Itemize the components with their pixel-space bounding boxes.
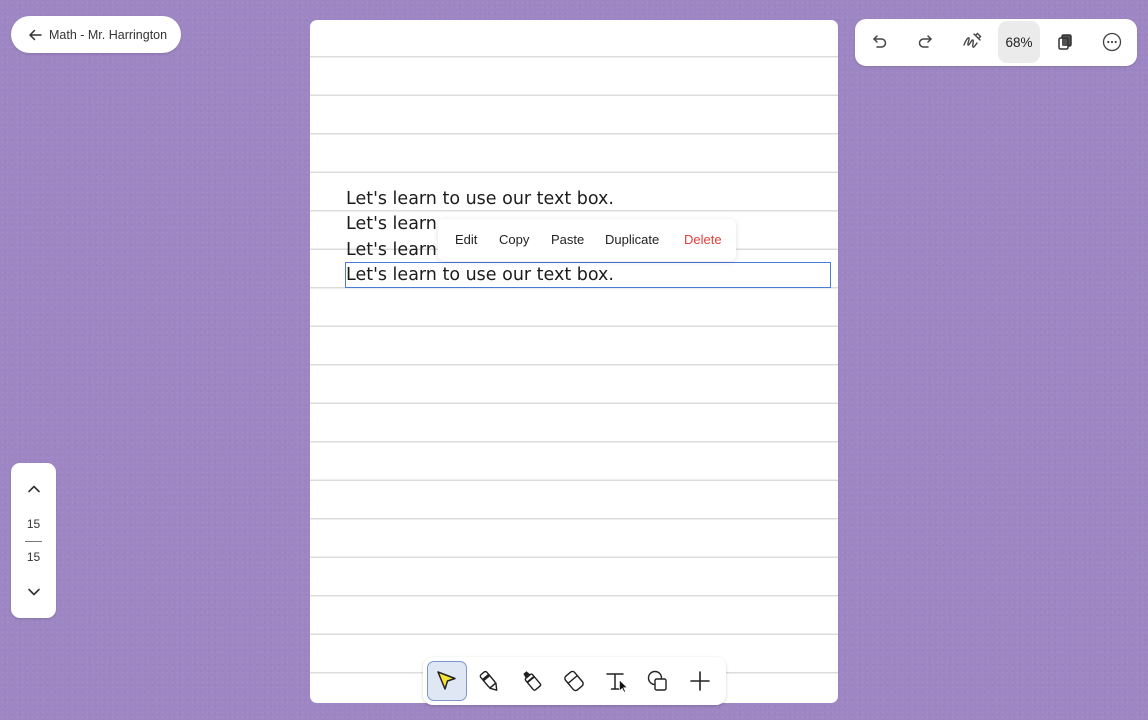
previous-page-button[interactable] <box>23 478 45 500</box>
more-button[interactable] <box>1091 21 1133 63</box>
arrow-left-icon <box>27 27 43 43</box>
marker-tool[interactable] <box>512 661 552 701</box>
text-line-2[interactable]: Let's learn <box>346 214 437 234</box>
notebook-page[interactable]: Let's learn to use our text box. Let's l… <box>310 20 838 703</box>
select-cursor-icon <box>434 668 460 694</box>
gesture-button[interactable] <box>951 21 993 63</box>
page-number-divider <box>25 541 42 542</box>
pages-button[interactable] <box>1044 21 1086 63</box>
pen-tool[interactable] <box>469 661 509 701</box>
context-menu: Edit Copy Paste Duplicate Delete <box>438 219 736 261</box>
copy-menu-item[interactable]: Copy <box>499 232 529 247</box>
text-icon <box>602 667 630 695</box>
text-line-3[interactable]: Let's learn <box>346 240 437 260</box>
top-toolbar: 68% <box>855 19 1137 66</box>
plus-icon <box>688 669 712 693</box>
pen-icon <box>475 667 503 695</box>
gesture-icon <box>961 31 983 53</box>
chevron-down-icon <box>26 584 42 600</box>
total-page-number: 15 <box>26 550 41 564</box>
undo-icon <box>869 32 889 52</box>
back-button[interactable]: Math - Mr. Harrington <box>11 16 181 53</box>
select-tool[interactable] <box>427 661 467 701</box>
undo-button[interactable] <box>858 21 900 63</box>
delete-menu-item[interactable]: Delete <box>684 232 722 247</box>
pages-icon <box>1055 32 1075 52</box>
paste-menu-item[interactable]: Paste <box>551 232 584 247</box>
zoom-level[interactable]: 68% <box>998 21 1040 63</box>
duplicate-menu-item[interactable]: Duplicate <box>605 232 659 247</box>
shapes-icon <box>644 667 672 695</box>
edit-menu-item[interactable]: Edit <box>455 232 477 247</box>
text-tool[interactable] <box>596 661 636 701</box>
current-page-number: 15 <box>26 517 41 531</box>
add-tool[interactable] <box>680 661 720 701</box>
selected-text-box[interactable]: Let's learn to use our text box. <box>345 262 831 288</box>
redo-icon <box>916 32 936 52</box>
text-line-4[interactable]: Let's learn to use our text box. <box>346 265 614 285</box>
eraser-icon <box>560 667 588 695</box>
page-navigator: 15 15 <box>11 463 56 618</box>
marker-icon <box>518 667 546 695</box>
more-icon <box>1101 31 1123 53</box>
redo-button[interactable] <box>905 21 947 63</box>
text-line-1[interactable]: Let's learn to use our text box. <box>346 189 614 209</box>
shape-tool[interactable] <box>638 661 678 701</box>
chevron-up-icon <box>26 481 42 497</box>
notebook-title: Math - Mr. Harrington <box>49 27 168 42</box>
tool-palette <box>423 657 726 705</box>
next-page-button[interactable] <box>23 581 45 603</box>
eraser-tool[interactable] <box>554 661 594 701</box>
